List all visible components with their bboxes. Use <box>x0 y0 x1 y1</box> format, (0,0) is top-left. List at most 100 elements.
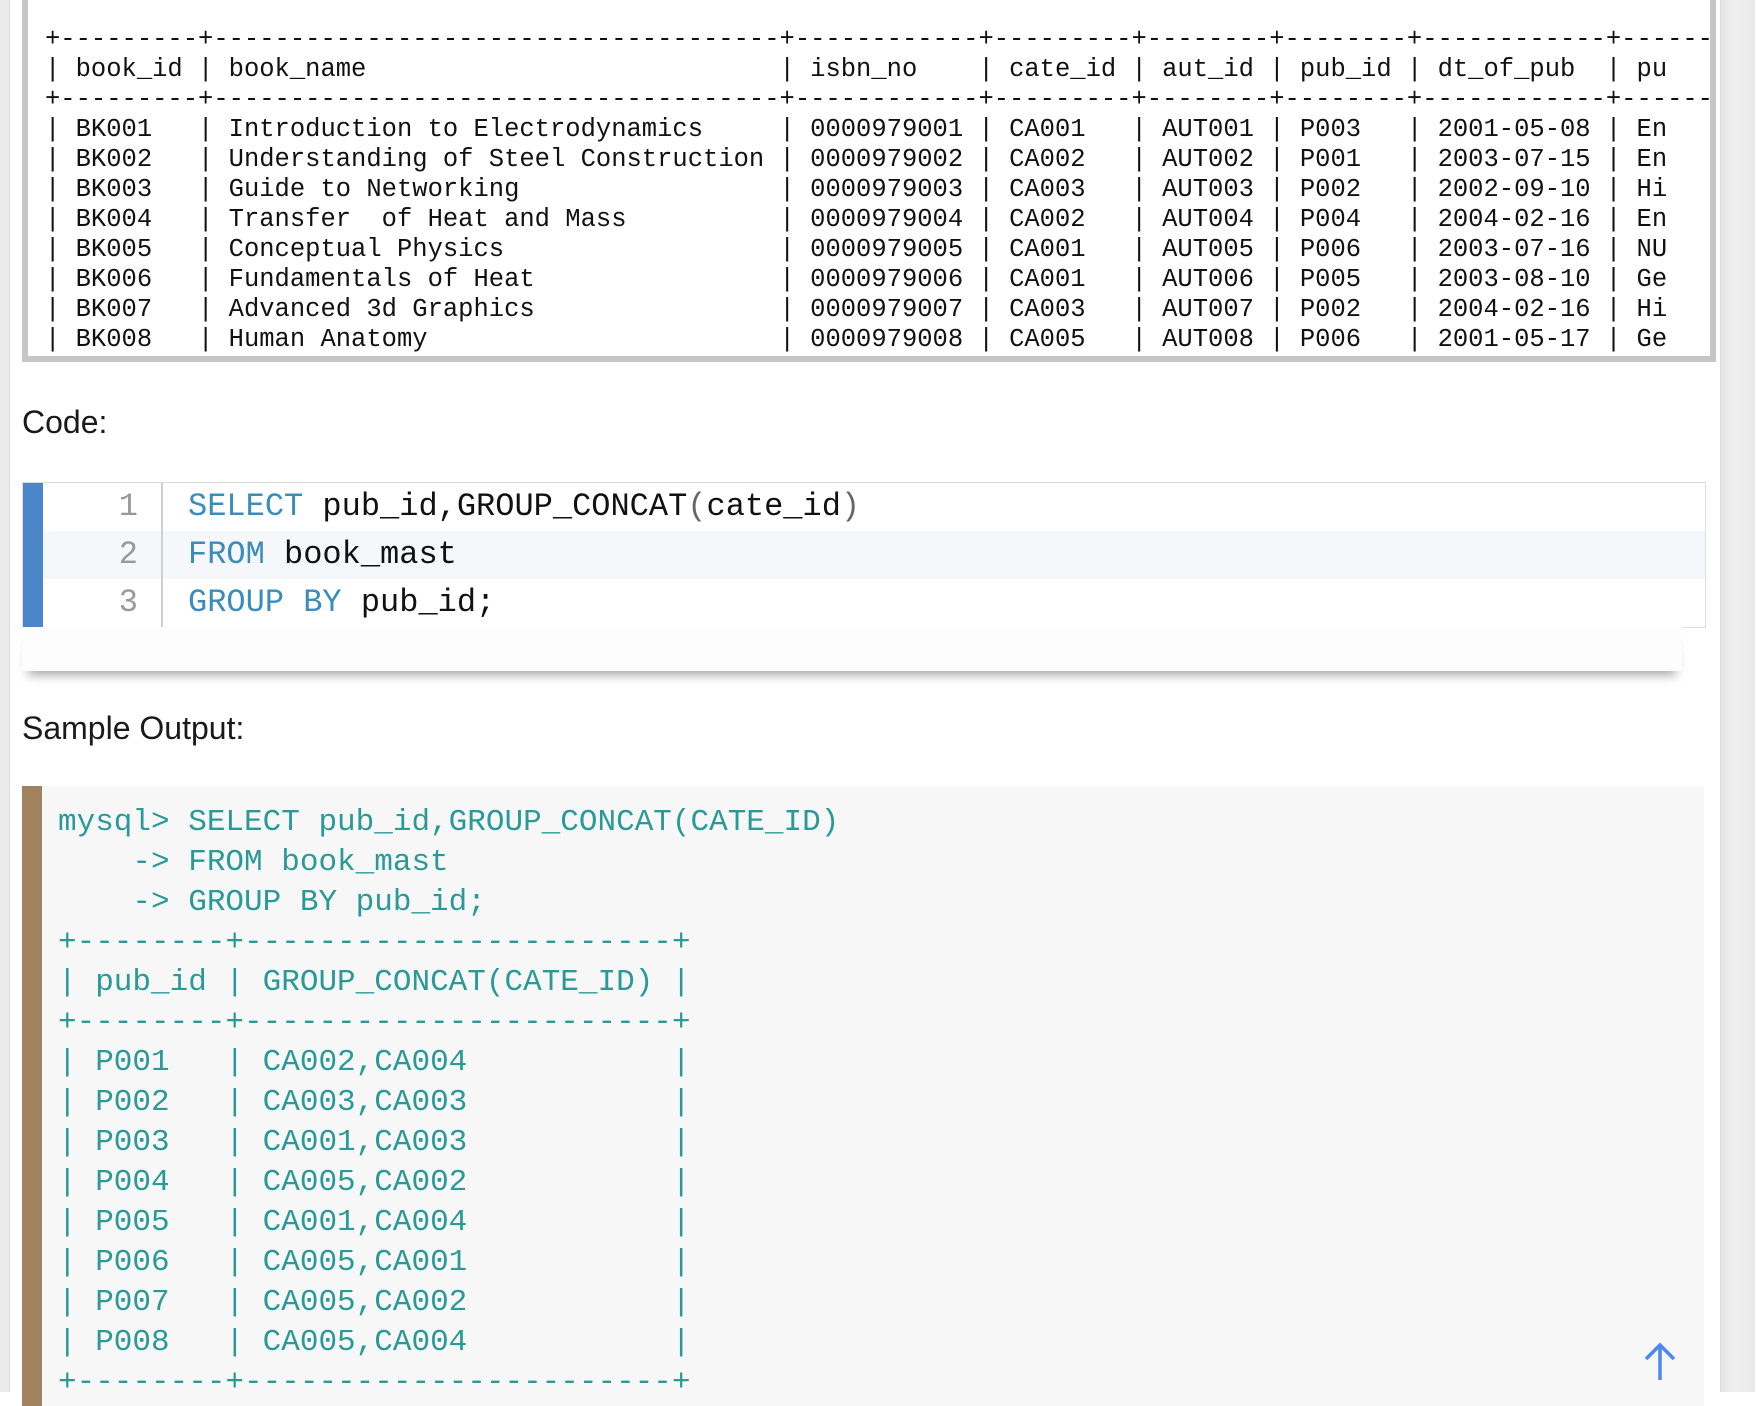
scrollbar[interactable] <box>1720 0 1755 1392</box>
table-cell: | P003 <box>1269 115 1407 144</box>
table-cell: | BK002 <box>45 145 199 174</box>
table-border: +--------+-----------------------+ <box>58 1365 691 1400</box>
table-cell: | NU <box>1605 235 1714 264</box>
table-cell: | P001 <box>1269 145 1407 174</box>
table-cell: | Hi <box>1605 175 1714 204</box>
table-cell: | 0000979008 <box>779 325 979 354</box>
table-cell: | P001 <box>58 1045 226 1080</box>
table-cell: | 0000979005 <box>779 235 979 264</box>
code-text: pub_id; <box>341 584 496 621</box>
table-cell: | 0000979004 <box>779 205 979 234</box>
code-text: book_mast <box>264 536 457 573</box>
table-cell: | CA005 <box>978 325 1132 354</box>
table-cell: | En <box>1605 205 1714 234</box>
table-row: | BK004 | Transfer of Heat and Mass | 00… <box>45 205 1714 234</box>
table-cell: | 2002-09-10 <box>1406 175 1606 204</box>
sample-output-text: mysql> SELECT pub_id,GROUP_CONCAT(CATE_I… <box>58 803 839 1403</box>
prompt-line: -> GROUP BY pub_id; <box>132 885 486 920</box>
table-border: +---------+-----------------------------… <box>45 85 1713 114</box>
paren: ( <box>687 488 707 525</box>
table-cell: | P005 <box>58 1205 226 1240</box>
code-text: cate_id <box>706 488 841 525</box>
arrow-up-icon[interactable] <box>1643 1342 1677 1382</box>
code-accent-bar <box>23 483 43 627</box>
table-row: | P001 | CA002,CA004 | <box>58 1045 691 1080</box>
table-cell: | book_id <box>45 55 199 84</box>
table-cell: | Fundamentals of Heat <box>198 265 780 294</box>
page-left-edge <box>0 0 10 1392</box>
table-cell: | AUT003 <box>1131 175 1270 204</box>
table-row: | P006 | CA005,CA001 | <box>58 1245 691 1280</box>
table-cell: | 2003-07-16 <box>1406 235 1606 264</box>
paren: ) <box>840 488 861 525</box>
table-cell: | CA005,CA001 <box>225 1245 672 1280</box>
table-cell: | P005 <box>1269 265 1407 294</box>
table-cell: | Introduction to Electrodynamics <box>198 115 780 144</box>
table-cell: | AUT002 <box>1131 145 1270 174</box>
table-cell: | Understanding of Steel Construction <box>198 145 780 174</box>
keyword: SELECT <box>188 488 304 525</box>
table-cell: | CA002,CA004 <box>225 1045 672 1080</box>
code-heading: Code: <box>22 404 108 440</box>
keyword: FROM <box>188 536 265 573</box>
table-cell: | P006 <box>1269 235 1407 264</box>
table-row: | BK001 | Introduction to Electrodynamic… <box>45 115 1714 144</box>
table-row: | P003 | CA001,CA003 | <box>58 1125 691 1160</box>
table-cell: | CA005,CA004 <box>225 1325 672 1360</box>
sample-output-heading: Sample Output: <box>22 710 245 746</box>
table-cell: | CA003 <box>978 295 1132 324</box>
code-line: 1 SELECT pub_id,GROUP_CONCAT(cate_id) <box>43 483 1705 531</box>
table-border: +---------+-----------------------------… <box>45 25 1713 54</box>
table-cell: | Hi <box>1605 295 1714 324</box>
code-line: 3 GROUP BY pub_id; <box>43 579 1705 627</box>
table-cell: | AUT004 <box>1131 205 1270 234</box>
table-row: | BK005 | Conceptual Physics | 000097900… <box>45 235 1714 264</box>
table-cell: | BK008 <box>45 325 199 354</box>
table-cell: | 2003-07-15 <box>1406 145 1606 174</box>
table-cell: | 0000979006 <box>779 265 979 294</box>
table-cell: | 0000979003 <box>779 175 979 204</box>
table-row: | P002 | CA003,CA003 | <box>58 1085 691 1120</box>
table-cell: | P007 <box>58 1285 226 1320</box>
table-cell: | BK001 <box>45 115 199 144</box>
book-mast-table-text: +---------+-----------------------------… <box>45 25 1714 355</box>
table-header-row: | pub_id | GROUP_CONCAT(CATE_ID) | <box>58 965 691 1000</box>
output-accent-bar <box>22 786 42 1406</box>
table-cell: | P006 <box>58 1245 226 1280</box>
table-cell: | Conceptual Physics <box>198 235 780 264</box>
table-cell: | aut_id <box>1131 55 1270 84</box>
table-cell: | 2001-05-08 <box>1406 115 1606 144</box>
table-cell: | P004 <box>1269 205 1407 234</box>
table-row: | P008 | CA005,CA004 | <box>58 1325 691 1360</box>
table-cell: | P002 <box>58 1085 226 1120</box>
table-cell: | 0000979001 <box>779 115 979 144</box>
table-row: | BK006 | Fundamentals of Heat | 0000979… <box>45 265 1710 294</box>
table-row: | BK007 | Advanced 3d Graphics | 0000979… <box>45 295 1714 324</box>
table-cell: | pub_id <box>1269 55 1407 84</box>
code-gutter <box>43 483 163 627</box>
table-cell: | BK006 <box>45 265 199 294</box>
table-cell: | En <box>1605 115 1714 144</box>
table-row: | P004 | CA005,CA002 | <box>58 1165 691 1200</box>
table-cell: | CA002 <box>978 205 1132 234</box>
table-cell: | CA005,CA002 <box>225 1165 672 1200</box>
table-cell: | BK005 <box>45 235 199 264</box>
table-cell: | CA001 <box>978 265 1132 294</box>
table-cell: | Ge <box>1605 325 1714 354</box>
code-block: 1 SELECT pub_id,GROUP_CONCAT(cate_id) 2 … <box>22 482 1706 628</box>
table-cell: | P008 <box>58 1325 226 1360</box>
prompt-line: mysql> SELECT pub_id,GROUP_CONCAT(CATE_I… <box>58 805 840 840</box>
table-cell: | CA003,CA003 <box>225 1085 672 1120</box>
table-cell: | BK003 <box>45 175 199 204</box>
table-cell: | CA001,CA003 <box>225 1125 672 1160</box>
code-line: 2 FROM book_mast <box>43 531 1705 579</box>
table-cell: | BK004 <box>45 205 199 234</box>
table-cell: | 2004-02-16 <box>1406 295 1606 324</box>
table-cell: | P003 <box>58 1125 226 1160</box>
table-row: | BK002 | Understanding of Steel Constru… <box>45 145 1710 174</box>
sample-output-block: mysql> SELECT pub_id,GROUP_CONCAT(CATE_I… <box>22 786 1704 1406</box>
table-cell: | cate_id <box>978 55 1132 84</box>
table-row: | BK003 | Guide to Networking | 00009790… <box>45 175 1714 204</box>
keyword: GROUP BY <box>188 584 342 621</box>
table-cell: | CA002 <box>978 145 1132 174</box>
